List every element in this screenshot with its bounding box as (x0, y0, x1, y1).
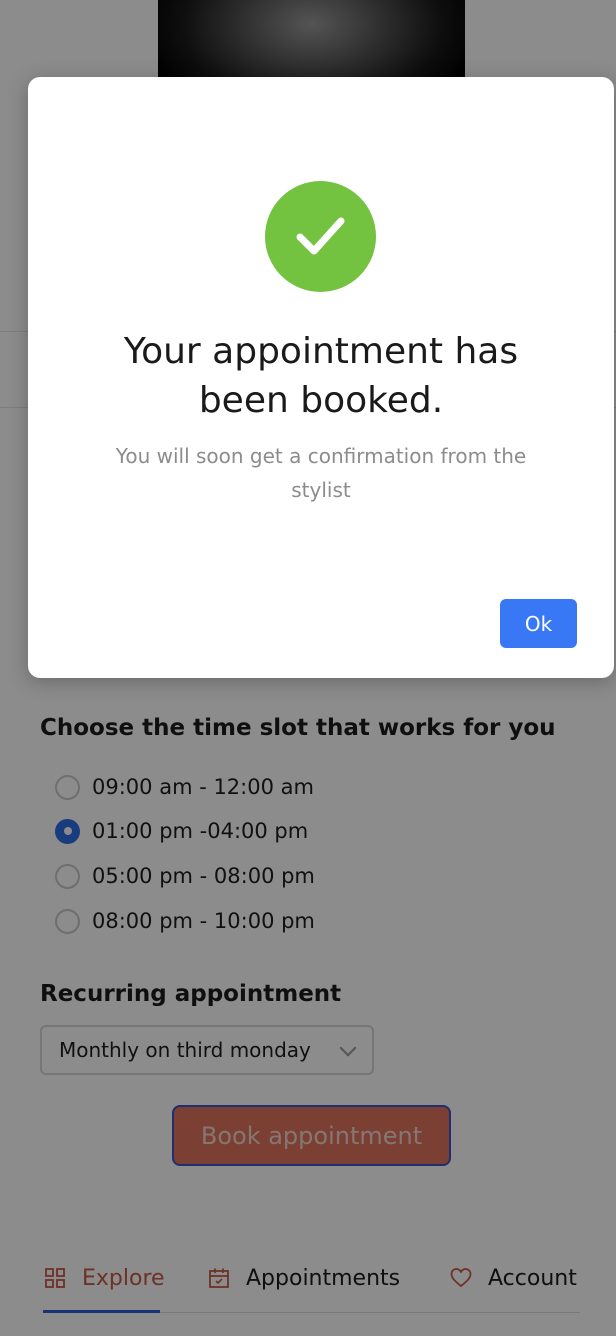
ok-button[interactable]: Ok (500, 599, 577, 648)
check-icon (296, 217, 345, 255)
booking-confirmation-dialog: Your appointment has been booked. You wi… (28, 77, 614, 678)
dialog-message: You will soon get a confirmation from th… (115, 444, 527, 502)
success-badge (265, 181, 376, 292)
dialog-title: Your appointment has been booked. (123, 331, 519, 421)
